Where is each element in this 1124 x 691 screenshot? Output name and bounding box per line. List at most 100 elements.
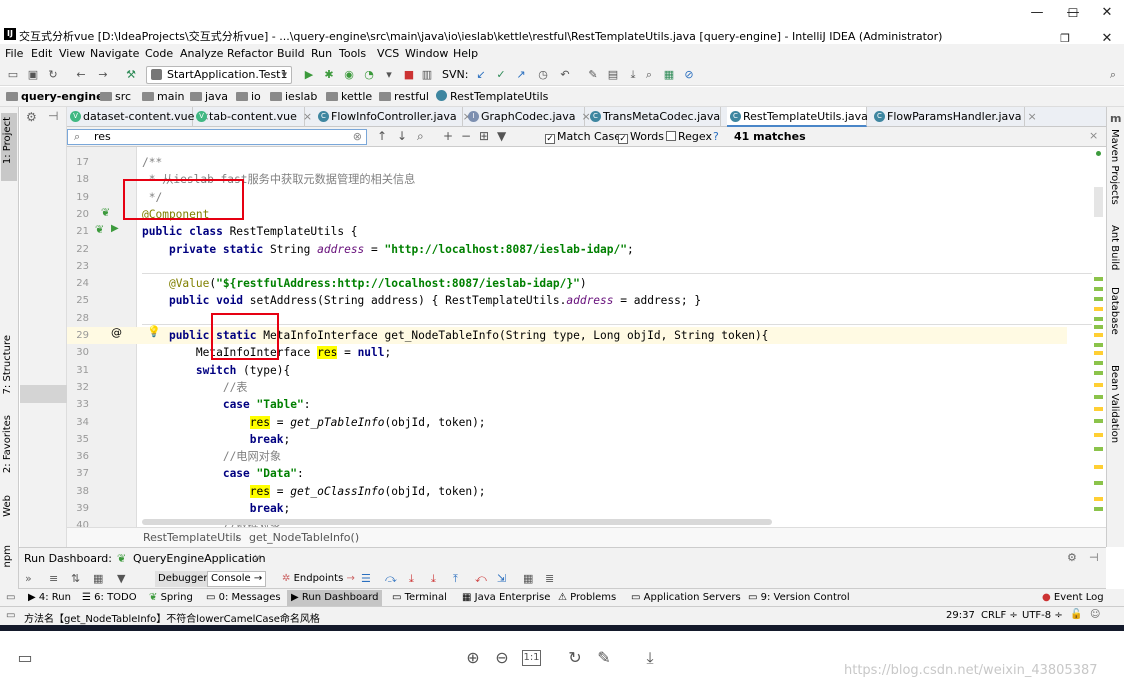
intention-bulb-icon[interactable]: 💡 (147, 325, 161, 338)
breadcrumb-main[interactable]: main (142, 90, 184, 103)
back-icon[interactable]: ← (74, 68, 88, 82)
svn-commit-icon[interactable]: ✓ (494, 68, 508, 82)
group-icon[interactable]: ▦ (93, 572, 103, 585)
menu-window[interactable]: Window (405, 47, 448, 60)
regex-option[interactable]: Regex (666, 130, 712, 143)
menu-view[interactable]: View (59, 47, 85, 60)
tool-bean-validation[interactable]: Bean Validation (1109, 365, 1120, 443)
sdk-download-icon[interactable]: ⤓ (626, 68, 640, 82)
block-icon[interactable]: ⊘ (682, 68, 696, 82)
close-icon[interactable]: × (303, 110, 312, 123)
breadcrumb-io[interactable]: io (236, 90, 261, 103)
tool-run[interactable]: ▶ 4: Run (28, 592, 71, 603)
clear-icon[interactable]: ⊗ (353, 130, 362, 144)
search-everywhere-toolbar-icon[interactable]: ⌕ (642, 68, 656, 82)
activity-monitor-icon[interactable]: ▦ (662, 68, 676, 82)
rotate-icon[interactable]: ↻ (566, 649, 584, 667)
thumbnail-icon[interactable]: ▭ (16, 649, 34, 667)
settings-wrench-icon[interactable]: ✎ (586, 68, 600, 82)
window-minimize-top-button[interactable]: — (1020, 0, 1054, 26)
caret-position[interactable]: 29:37 (946, 610, 975, 621)
menu-build[interactable]: Build (277, 47, 305, 60)
hide-panel-icon[interactable]: ⊣ (1089, 551, 1099, 564)
code-line[interactable]: 39 break; (67, 500, 1067, 517)
code-line[interactable]: 17 /** (67, 154, 1067, 171)
layout-icon[interactable]: ☰ (361, 572, 371, 585)
run-dropdown-icon[interactable]: ▾ (382, 68, 396, 82)
history-icon[interactable]: ◷ (536, 68, 550, 82)
breadcrumb-method-name[interactable]: get_NodeTableInfo() (249, 531, 359, 544)
tool-todo[interactable]: ☰ 6: TODO (82, 592, 137, 603)
svn-update-icon[interactable]: ↙ (474, 68, 488, 82)
spring-bean-icon[interactable]: ❦ (101, 206, 110, 219)
tool-npm[interactable]: npm (2, 545, 13, 567)
spring-bean-icon[interactable]: ❦ (95, 223, 104, 236)
tool-terminal[interactable]: ▭ Terminal (392, 592, 447, 603)
breadcrumb-restful[interactable]: restful (379, 90, 429, 103)
status-icon[interactable]: ▭ (6, 610, 15, 621)
actual-size-button[interactable]: 1:1 (522, 650, 541, 666)
window-close-top-button[interactable]: ✕ (1090, 0, 1124, 26)
code-line[interactable]: 31 switch (type){ (67, 362, 1067, 379)
tool-window-toggle-icon[interactable]: ▭ (6, 592, 15, 603)
match-case-checkbox[interactable]: ✓ (545, 134, 555, 144)
tool-messages[interactable]: ▭ 0: Messages (206, 592, 281, 603)
find-in-path-icon[interactable]: ⌕ (417, 129, 424, 144)
sort-icon[interactable]: ⇅ (71, 572, 80, 585)
tab-flowparamshandler[interactable]: C FlowParamsHandler.java × (871, 107, 1037, 127)
zoom-in-icon[interactable]: ⊕ (464, 649, 482, 667)
breadcrumb-class[interactable]: RestTemplateUtils (436, 90, 548, 103)
tool-structure[interactable]: 7: Structure (2, 335, 13, 394)
gear-icon[interactable]: ⚙ (1067, 551, 1077, 564)
menu-vcs[interactable]: VCS (377, 47, 399, 60)
menu-help[interactable]: Help (453, 47, 478, 60)
build-hammer-icon[interactable]: ⚒ (124, 68, 138, 82)
search-icon[interactable]: ⌕ (1106, 68, 1120, 82)
collapse-all-icon[interactable]: ≡ (49, 572, 58, 585)
code-line[interactable]: 22 private static String address = "http… (67, 241, 1067, 258)
code-line[interactable]: 24 @Value("${restfulAddress:http://local… (67, 275, 1067, 292)
drop-frame-icon[interactable]: ⤺ (475, 572, 487, 586)
project-structure-icon[interactable]: ▤ (606, 68, 620, 82)
select-all-occurrences-icon[interactable]: ⊞ (479, 129, 489, 143)
zoom-out-icon[interactable]: ⊖ (493, 649, 511, 667)
scrollbar-markers[interactable] (1092, 147, 1106, 527)
save-icon[interactable]: ▣ (26, 68, 40, 82)
filter-icon[interactable]: ▼ (497, 129, 506, 143)
stop-icon[interactable]: ■ (402, 68, 416, 82)
endpoints-tab[interactable]: ✲ Endpoints → (279, 571, 358, 587)
close-icon[interactable]: × (1089, 129, 1098, 142)
code-line[interactable]: 34 res = get_pTableInfo(objId, token); (67, 414, 1067, 431)
svn-compare-icon[interactable]: ↗ (514, 68, 528, 82)
tab-dataset-content[interactable]: Vdataset-content.vue× (67, 107, 210, 127)
update-icon[interactable]: ▥ (420, 68, 434, 82)
revert-icon[interactable]: ↶ (558, 68, 572, 82)
lock-icon[interactable]: 🔓 (1070, 609, 1082, 620)
maximize-button[interactable]: ☐ (1056, 0, 1090, 26)
words-option[interactable]: ✓ Words (618, 130, 664, 144)
sync-icon[interactable]: ↻ (46, 68, 60, 82)
hide-panel-icon[interactable]: ⊣ (48, 109, 58, 123)
download-icon[interactable]: ⤓ (641, 649, 659, 667)
code-line[interactable]: 32 //表 (67, 379, 1067, 396)
tool-project[interactable]: 1: Project (2, 117, 13, 164)
tool-run-dashboard[interactable]: ▶ Run Dashboard (287, 590, 383, 606)
menu-navigate[interactable]: Navigate (90, 47, 139, 60)
menu-edit[interactable]: Edit (31, 47, 52, 60)
add-occurrence-icon[interactable]: + (443, 129, 453, 143)
edit-pencil-icon[interactable]: ✎ (595, 649, 613, 667)
inspector-icon[interactable]: ☺ (1090, 609, 1100, 620)
step-out-icon[interactable]: ⤒ (453, 572, 458, 586)
profile-icon[interactable]: ◔ (362, 68, 376, 82)
remove-occurrence-icon[interactable]: − (461, 129, 471, 143)
match-case-option[interactable]: ✓ Match Case (545, 130, 621, 144)
tab-transmetacodec[interactable]: CTransMetaCodec.java× (587, 107, 735, 127)
menu-file[interactable]: File (5, 47, 23, 60)
console-tab[interactable]: Console → (207, 571, 267, 587)
expand-icon[interactable]: » (25, 572, 32, 585)
line-separator[interactable]: CRLF ÷ (981, 610, 1018, 621)
close-icon[interactable]: × (253, 551, 262, 564)
tool-java-enterprise[interactable]: ▦ Java Enterprise (462, 592, 550, 603)
implements-icon[interactable]: @ (111, 326, 122, 339)
run-gutter-icon[interactable]: ▶ (111, 223, 119, 234)
